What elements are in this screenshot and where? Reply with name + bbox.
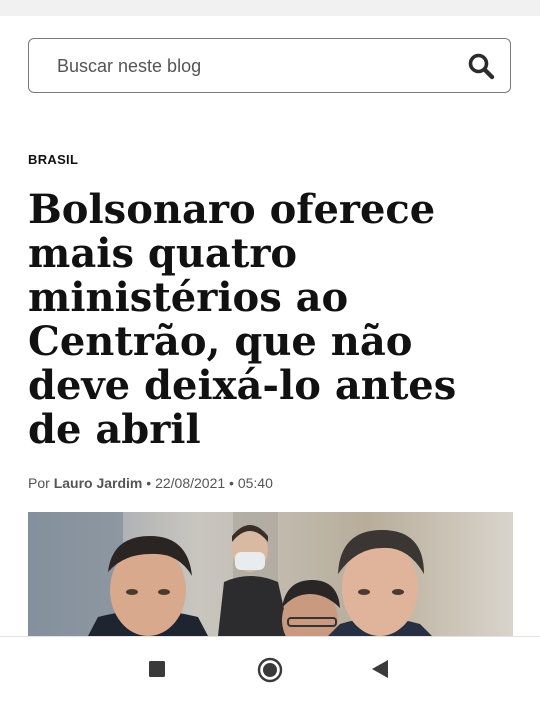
- search-button[interactable]: [466, 51, 496, 81]
- byline-time: 05:40: [237, 475, 273, 491]
- byline-prefix: Por: [28, 475, 54, 491]
- square-icon: [149, 661, 165, 677]
- system-navigation-bar: [0, 636, 540, 702]
- search-bar: [28, 38, 511, 93]
- circle-icon: [257, 657, 283, 683]
- byline-date: 22/08/2021: [155, 475, 226, 491]
- back-triangle-icon: [372, 660, 388, 678]
- article-category[interactable]: BRASIL: [28, 152, 78, 167]
- byline-separator: •: [142, 475, 156, 491]
- search-icon: [468, 53, 495, 80]
- news-photo-illustration: [28, 512, 513, 636]
- news-photo[interactable]: [28, 512, 513, 636]
- home-button[interactable]: [257, 657, 283, 688]
- byline-author[interactable]: Lauro Jardim: [54, 475, 143, 491]
- status-bar: [0, 0, 540, 16]
- article-headline: Bolsonaro oferece mais quatro ministério…: [28, 186, 457, 453]
- back-button[interactable]: [371, 659, 389, 684]
- byline-separator-2: •: [225, 475, 238, 491]
- search-input[interactable]: [57, 51, 457, 81]
- article-byline: Por Lauro Jardim • 22/08/2021 • 05:40: [28, 475, 273, 491]
- recent-apps-button[interactable]: [148, 660, 166, 683]
